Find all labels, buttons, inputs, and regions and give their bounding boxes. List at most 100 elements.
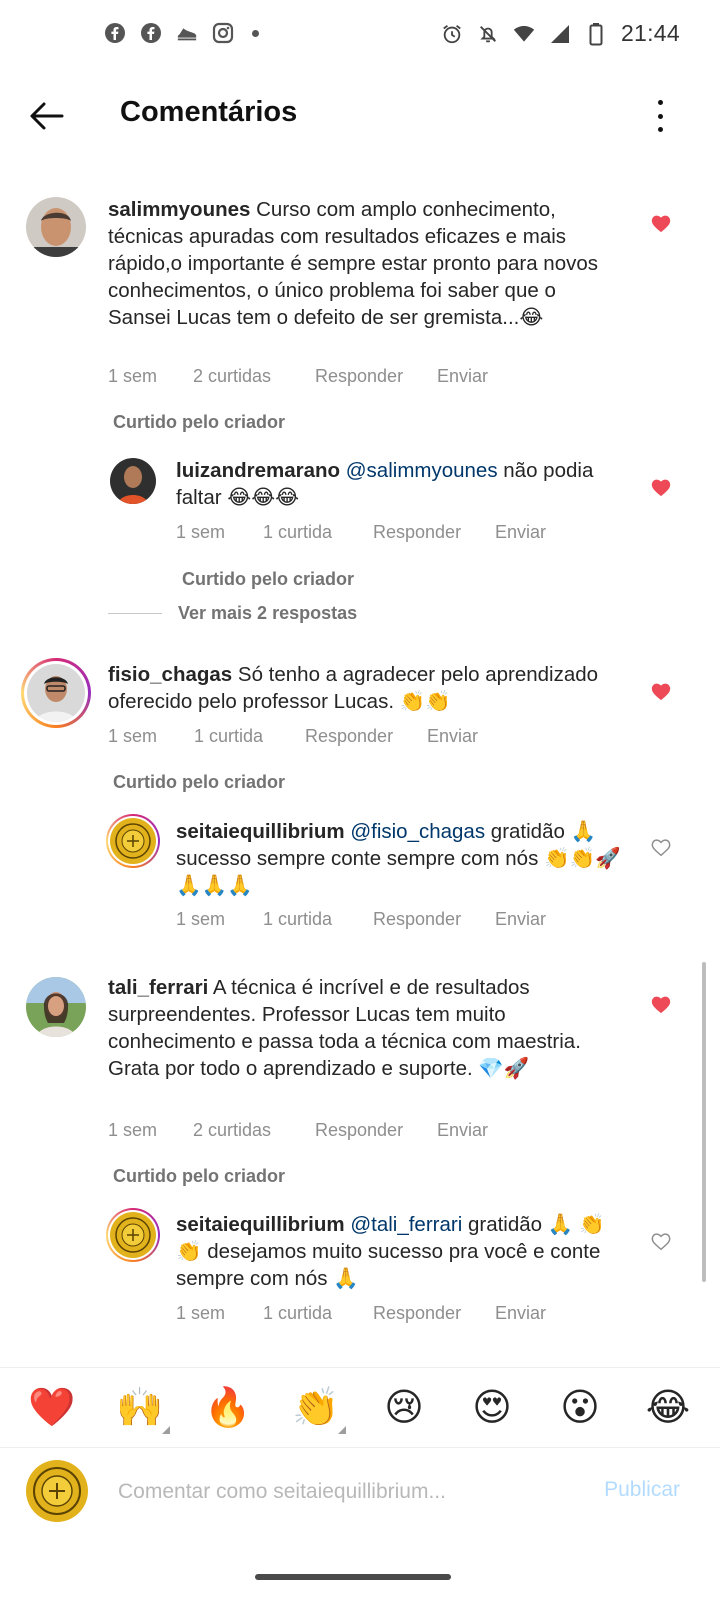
home-indicator[interactable] xyxy=(255,1574,451,1580)
view-more-replies-button[interactable]: Ver mais 2 respostas xyxy=(108,603,357,624)
liked-by-creator-label: Curtido pelo criador xyxy=(113,772,286,792)
kebab-dot xyxy=(657,100,663,105)
emoji-raised-hands-button[interactable]: 🙌 xyxy=(112,1380,170,1436)
kebab-dot xyxy=(657,127,663,132)
send-button[interactable]: Enviar xyxy=(437,1120,488,1141)
comment-time: 1 sem xyxy=(108,1120,158,1140)
comment-meta: 1 sem 1 curtida Responder Enviar xyxy=(108,726,478,747)
avatar[interactable] xyxy=(26,197,86,257)
avatar-inner xyxy=(24,661,88,725)
emoji-crying-button[interactable]: 😢 xyxy=(376,1380,432,1436)
system-icons: 21:44 xyxy=(441,20,680,47)
send-button[interactable]: Enviar xyxy=(495,522,546,543)
emoji-heart-button[interactable]: ❤️ xyxy=(24,1380,80,1436)
emoji-raised-hands-glyph: 🙌 xyxy=(116,1386,164,1429)
like-button[interactable] xyxy=(650,212,672,234)
clock: 21:44 xyxy=(620,20,680,46)
seitai-logo xyxy=(26,1460,88,1522)
comment-username[interactable]: tali_ferrari xyxy=(108,976,208,999)
mention-link[interactable]: @fisio_chagas xyxy=(350,820,485,843)
status-bar: 21:44 xyxy=(0,0,720,70)
comment-username[interactable]: luizandremarano xyxy=(176,459,340,482)
comment-body: salimmyounes Curso com amplo conheciment… xyxy=(108,196,613,331)
send-button[interactable]: Enviar xyxy=(427,726,478,747)
comment-input[interactable] xyxy=(118,1472,558,1512)
heart-filled-icon xyxy=(651,683,671,701)
comment-meta: 1 sem 2 curtidas Responder Enviar xyxy=(108,366,488,387)
liked-by-creator-label: Curtido pelo criador xyxy=(113,412,286,432)
comment-username[interactable]: seitaiequillibrium xyxy=(176,820,345,843)
comment-body: fisio_chagas Só tenho a agradecer pelo a… xyxy=(108,661,628,715)
heart-filled-icon xyxy=(651,996,671,1014)
comment-body: seitaiequillibrium @tali_ferrari gratidã… xyxy=(176,1211,626,1292)
likes-count[interactable]: 2 curtidas xyxy=(193,1120,315,1141)
reply-button[interactable]: Responder xyxy=(315,1120,437,1141)
comment-meta: 1 sem 1 curtida Responder Enviar xyxy=(176,1303,546,1324)
send-button[interactable]: Enviar xyxy=(495,909,546,930)
likes-count[interactable]: 2 curtidas xyxy=(193,366,315,387)
like-button[interactable] xyxy=(650,476,672,498)
comment-time: 1 sem xyxy=(176,522,226,542)
skin-tone-indicator xyxy=(162,1425,170,1434)
likes-count[interactable]: 1 curtida xyxy=(263,1303,373,1324)
comment-composer: Publicar xyxy=(0,1447,720,1547)
avatar-story-ring[interactable] xyxy=(106,814,160,868)
current-user-avatar xyxy=(26,1460,88,1522)
likes-count[interactable]: 1 curtida xyxy=(263,522,373,543)
avatar[interactable] xyxy=(110,458,156,504)
scrollbar[interactable] xyxy=(702,962,706,1282)
comment-username[interactable]: salimmyounes xyxy=(108,198,250,221)
like-button[interactable] xyxy=(650,680,672,702)
heart-filled-icon xyxy=(651,215,671,233)
avatar-story-ring[interactable] xyxy=(106,1208,160,1262)
view-more-replies-label: Ver mais 2 respostas xyxy=(178,603,358,623)
like-button[interactable] xyxy=(650,1230,672,1252)
likes-count[interactable]: 1 curtida xyxy=(194,726,305,747)
emoji-laughing-button[interactable]: 😂 xyxy=(640,1380,696,1436)
avatar-inner xyxy=(108,1210,158,1260)
likes-count[interactable]: 1 curtida xyxy=(263,909,373,930)
reply-button[interactable]: Responder xyxy=(305,726,427,747)
comment-body: seitaiequillibrium @fisio_chagas gratidã… xyxy=(176,818,626,899)
facebook-icon xyxy=(140,22,162,44)
comment-body: luizandremarano @salimmyounes não podia … xyxy=(176,457,616,511)
emoji-fire-button[interactable]: 🔥 xyxy=(200,1380,256,1436)
avatar[interactable] xyxy=(26,977,86,1037)
mention-link[interactable]: @tali_ferrari xyxy=(350,1213,462,1236)
reply-button[interactable]: Responder xyxy=(315,366,437,387)
reply-button[interactable]: Responder xyxy=(373,909,495,930)
comment-meta: 1 sem 2 curtidas Responder Enviar xyxy=(108,1120,488,1141)
arrow-left-icon xyxy=(30,102,64,130)
comment-username[interactable]: fisio_chagas xyxy=(108,663,232,686)
emoji-quick-bar: ❤️ 🙌 🔥 👏 😢 😍 😮 😂 xyxy=(0,1367,720,1447)
like-button[interactable] xyxy=(650,993,672,1015)
more-options-button[interactable] xyxy=(648,96,672,136)
reply-button[interactable]: Responder xyxy=(373,522,495,543)
app-header: Comentários xyxy=(0,78,720,154)
wifi-icon xyxy=(513,23,535,45)
back-button[interactable] xyxy=(26,96,66,136)
avatar-story-ring[interactable] xyxy=(21,658,91,728)
emoji-clap-button[interactable]: 👏 xyxy=(288,1380,346,1436)
comment-time: 1 sem xyxy=(176,909,226,929)
comment-username[interactable]: seitaiequillibrium xyxy=(176,1213,345,1236)
comment-time: 1 sem xyxy=(108,726,158,746)
mention-link[interactable]: @salimmyounes xyxy=(346,459,498,482)
comment-time: 1 sem xyxy=(176,1303,226,1323)
liked-by-creator-label: Curtido pelo criador xyxy=(113,1166,286,1186)
emoji-surprised-button[interactable]: 😮 xyxy=(552,1380,608,1436)
seitai-logo xyxy=(110,818,156,864)
publish-button[interactable]: Publicar xyxy=(604,1478,680,1502)
emoji-heart-eyes-button[interactable]: 😍 xyxy=(464,1380,520,1436)
instagram-icon xyxy=(212,22,234,44)
emoji-clap-glyph: 👏 xyxy=(292,1386,340,1429)
send-button[interactable]: Enviar xyxy=(437,366,488,387)
reply-button[interactable]: Responder xyxy=(373,1303,495,1324)
heart-outline-icon xyxy=(651,839,671,857)
like-button[interactable] xyxy=(650,836,672,858)
facebook-icon xyxy=(104,22,126,44)
mute-icon xyxy=(477,23,499,45)
comment-meta: 1 sem 1 curtida Responder Enviar xyxy=(176,909,546,930)
heart-filled-icon xyxy=(651,479,671,497)
send-button[interactable]: Enviar xyxy=(495,1303,546,1324)
